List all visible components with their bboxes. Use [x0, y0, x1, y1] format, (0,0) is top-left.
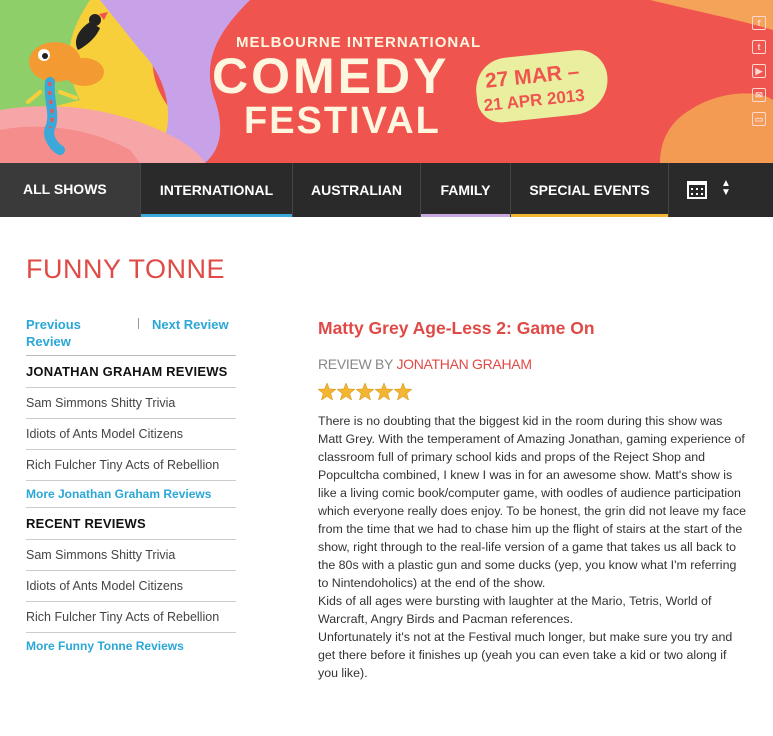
nav-family-bar: [421, 214, 510, 217]
star-icon: [374, 382, 394, 401]
nav-australian-label: AUSTRALIAN: [311, 182, 402, 198]
recent-review-item[interactable]: Sam Simmons Shitty Trivia: [26, 540, 236, 571]
recent-review-item[interactable]: Rich Fulcher Tiny Acts of Rebellion: [26, 602, 236, 633]
star-icon: [355, 382, 375, 401]
brand-title-festival: FESTIVAL: [244, 100, 441, 142]
nav-international[interactable]: INTERNATIONAL: [140, 163, 292, 217]
social-links: f t ▶ ✉ ▭: [752, 16, 766, 136]
author-reviews-heading: JONATHAN GRAHAM REVIEWS: [26, 356, 236, 388]
recent-review-item[interactable]: Idiots of Ants Model Citizens: [26, 571, 236, 602]
review-paragraph: Kids of all ages were bursting with laug…: [318, 594, 712, 626]
twitter-icon[interactable]: t: [752, 40, 766, 54]
nav-special-events-label: SPECIAL EVENTS: [529, 182, 650, 198]
screen-icon[interactable]: ▭: [752, 112, 766, 126]
nav-international-label: INTERNATIONAL: [159, 182, 274, 198]
calendar-dropdown[interactable]: ▲ ▼: [668, 163, 746, 217]
review-author-link[interactable]: JONATHAN GRAHAM: [396, 356, 532, 372]
review-title: Matty Grey Age-Less 2: Game On: [318, 318, 595, 338]
review-pagination: Previous Review Next Review: [26, 316, 236, 356]
pagination-divider: [138, 318, 139, 329]
nav-international-bar: [141, 214, 292, 217]
previous-review-link[interactable]: Previous Review: [26, 316, 96, 350]
author-review-item[interactable]: Sam Simmons Shitty Trivia: [26, 388, 236, 419]
review-byline: REVIEW BY JONATHAN GRAHAM: [318, 356, 748, 372]
nav-family[interactable]: FAMILY: [420, 163, 510, 217]
site-header: MELBOURNE INTERNATIONAL COMEDY FESTIVAL …: [0, 0, 773, 163]
nav-all-shows-label: ALL SHOWS: [23, 181, 107, 197]
star-icon: [317, 382, 337, 401]
author-review-item[interactable]: Idiots of Ants Model Citizens: [26, 419, 236, 450]
up-down-arrows-icon: ▲ ▼: [721, 178, 731, 198]
nav-all-shows[interactable]: ALL SHOWS: [0, 163, 140, 217]
author-review-item[interactable]: Rich Fulcher Tiny Acts of Rebellion: [26, 450, 236, 481]
review-paragraph: There is no doubting that the biggest ki…: [318, 414, 746, 590]
nav-australian[interactable]: AUSTRALIAN: [292, 163, 420, 217]
review-body: There is no doubting that the biggest ki…: [318, 412, 748, 682]
next-review-link[interactable]: Next Review: [152, 316, 229, 333]
star-icon: [336, 382, 356, 401]
main-nav: ALL SHOWS INTERNATIONAL AUSTRALIAN FAMIL…: [0, 163, 773, 217]
page-title: FUNNY TONNE: [26, 254, 226, 284]
nav-family-label: FAMILY: [440, 182, 491, 198]
star-icon: [393, 382, 413, 401]
review-paragraph: Unfortunately it's not at the Festival m…: [318, 630, 733, 680]
more-author-reviews-link[interactable]: More Jonathan Graham Reviews: [26, 481, 236, 507]
brand-title-comedy: COMEDY: [212, 48, 450, 104]
review-by-label: REVIEW BY: [318, 356, 393, 372]
email-icon[interactable]: ✉: [752, 88, 766, 102]
sidebar: Previous Review Next Review JONATHAN GRA…: [26, 316, 236, 659]
nav-active-arrow: [126, 163, 140, 217]
review-article: Matty Grey Age-Less 2: Game On REVIEW BY…: [317, 316, 748, 682]
more-funny-tonne-reviews-link[interactable]: More Funny Tonne Reviews: [26, 633, 236, 659]
nav-special-events[interactable]: SPECIAL EVENTS: [510, 163, 668, 217]
calendar-icon: [687, 181, 707, 199]
star-rating: [317, 382, 748, 403]
youtube-icon[interactable]: ▶: [752, 64, 766, 78]
facebook-icon[interactable]: f: [752, 16, 766, 30]
recent-reviews-heading: RECENT REVIEWS: [26, 507, 236, 540]
nav-special-events-bar: [511, 214, 668, 217]
